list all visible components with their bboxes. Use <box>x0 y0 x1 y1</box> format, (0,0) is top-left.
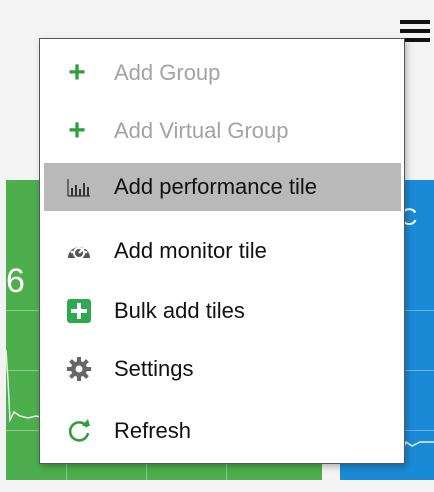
menu-item-label: Refresh <box>114 418 192 443</box>
menu-item-refresh[interactable]: Refresh <box>44 407 401 455</box>
menu-item-label: Bulk add tiles <box>114 298 245 323</box>
plus-square-icon <box>67 299 91 323</box>
menu-item-label: Add Group <box>114 60 221 85</box>
refresh-icon <box>68 419 90 442</box>
menu-item-label: Settings <box>114 356 194 381</box>
tile-value: 6 <box>6 262 25 300</box>
gear-icon <box>67 357 91 381</box>
bar-chart-icon <box>67 179 90 197</box>
gauge-icon <box>68 243 90 259</box>
menu-item-label: Add monitor tile <box>114 238 267 263</box>
menu-item-add-performance-tile[interactable]: Add performance tile <box>44 163 401 211</box>
menu-item-bulk-add-tiles[interactable]: Bulk add tiles <box>44 287 401 335</box>
menu-item-label: Add performance tile <box>114 174 317 199</box>
menu-item-add-monitor-tile[interactable]: Add monitor tile <box>44 227 401 275</box>
context-menu: + Add Group + Add Virtual Group Add perf… <box>39 38 405 464</box>
plus-icon: + <box>68 56 86 89</box>
menu-item-add-virtual-group[interactable]: + Add Virtual Group <box>44 107 401 155</box>
menu-item-label: Add Virtual Group <box>114 118 289 143</box>
menu-item-add-group[interactable]: + Add Group <box>44 49 401 97</box>
plus-icon: + <box>68 114 86 147</box>
menu-item-settings[interactable]: Settings <box>44 345 401 393</box>
